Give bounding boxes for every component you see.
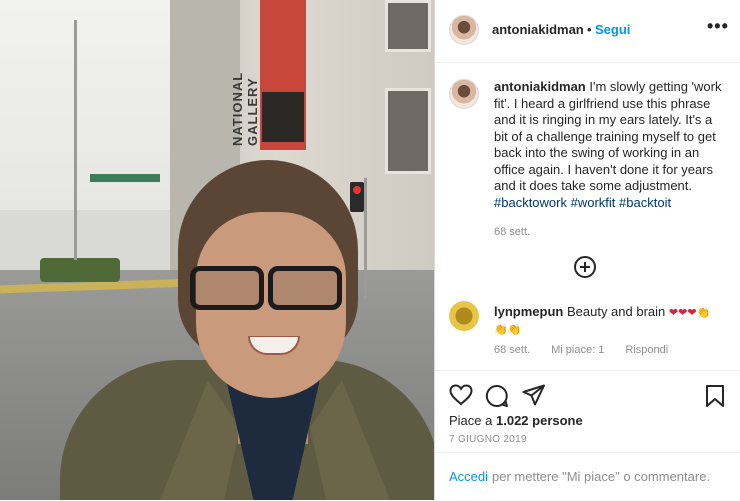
login-prompt-text: per mettere "Mi piace" o commentare. bbox=[492, 469, 711, 484]
comment-avatar[interactable] bbox=[449, 301, 479, 331]
glasses-lens-right bbox=[268, 266, 342, 310]
heart-icon[interactable] bbox=[449, 384, 473, 406]
comment-username[interactable]: lynpmepun bbox=[494, 304, 563, 319]
header-avatar[interactable] bbox=[449, 15, 479, 45]
load-more-comments-icon[interactable] bbox=[574, 256, 596, 278]
traffic-light bbox=[350, 182, 364, 212]
instagram-post: NATIONAL GALLERY antoniakidman • Segui •… bbox=[0, 0, 740, 500]
likes-prefix: Piace a bbox=[449, 413, 493, 428]
photo-banner-panel bbox=[262, 92, 304, 142]
comment-item: lynpmepun Beauty and brain ❤❤❤👏👏👏 bbox=[494, 304, 714, 338]
actions-divider bbox=[435, 370, 740, 372]
header-separator: • bbox=[587, 22, 592, 37]
reply-button[interactable]: Rispondi bbox=[625, 344, 668, 356]
hashtag-link[interactable]: #workfit bbox=[571, 195, 616, 210]
caption-text: I'm slowly getting 'work fit'. I heard a… bbox=[494, 79, 722, 193]
hashtag-link[interactable]: #backtowork bbox=[494, 195, 567, 210]
more-options-icon[interactable]: ••• bbox=[707, 16, 729, 37]
post-caption: antoniakidman I'm slowly getting 'work f… bbox=[494, 79, 724, 211]
comment-text: Beauty and brain bbox=[566, 304, 666, 319]
comment-likes[interactable]: Mi piace: 1 bbox=[551, 344, 604, 356]
paper-plane-icon[interactable] bbox=[522, 384, 546, 406]
person-glasses bbox=[190, 266, 342, 310]
likes-count[interactable]: Piace a 1.022 persone bbox=[449, 413, 583, 428]
photo-pole bbox=[74, 20, 77, 260]
comment-timestamp[interactable]: 68 sett. bbox=[494, 344, 530, 356]
comment-meta: 68 sett. Mi piace: 1 Rispondi bbox=[494, 344, 686, 356]
caption-timestamp[interactable]: 68 sett. bbox=[494, 226, 530, 238]
bookmark-icon[interactable] bbox=[705, 384, 725, 408]
follow-button[interactable]: Segui bbox=[595, 22, 630, 37]
login-link[interactable]: Accedi bbox=[449, 469, 488, 484]
hashtag-link[interactable]: #backtoit bbox=[619, 195, 671, 210]
building-lettering: NATIONAL GALLERY bbox=[230, 72, 260, 146]
likes-number[interactable]: 1.022 persone bbox=[496, 413, 583, 428]
photo-window bbox=[385, 88, 431, 174]
post-date[interactable]: 7 GIUGNO 2019 bbox=[449, 434, 527, 445]
post-photo[interactable]: NATIONAL GALLERY bbox=[0, 0, 434, 500]
post-header: antoniakidman • Segui ••• bbox=[435, 0, 740, 63]
photo-window bbox=[385, 0, 431, 52]
photo-hedge bbox=[40, 258, 120, 282]
header-username[interactable]: antoniakidman bbox=[492, 22, 584, 37]
street-sign bbox=[90, 174, 160, 182]
caption-username[interactable]: antoniakidman bbox=[494, 79, 586, 94]
glasses-lens-left bbox=[190, 266, 264, 310]
caption-avatar[interactable] bbox=[449, 79, 479, 109]
photo-pole bbox=[364, 178, 367, 298]
post-sidebar: antoniakidman • Segui ••• antoniakidman … bbox=[435, 0, 740, 500]
speech-bubble-icon[interactable] bbox=[485, 384, 509, 408]
